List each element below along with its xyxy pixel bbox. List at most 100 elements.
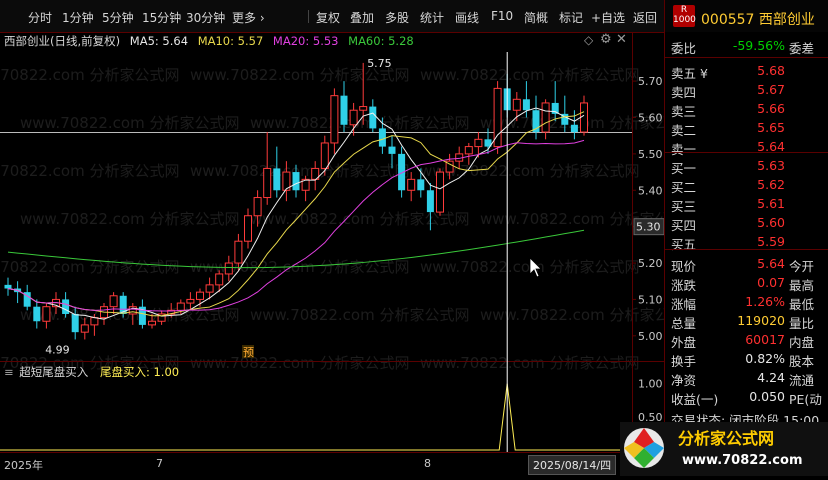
ask-row-5[interactable]: 卖五 ¥ 5.68 bbox=[665, 61, 828, 81]
candle-body bbox=[186, 298, 195, 304]
price-tick-label: 5.40 bbox=[638, 184, 663, 197]
watermark-text: www.70822.com 分析家公式网 bbox=[0, 258, 180, 276]
watermark-text: www.70822.com 分析家公式网 bbox=[250, 210, 470, 228]
candle-body bbox=[33, 306, 41, 322]
weicha-label: 委差 bbox=[789, 41, 815, 56]
stat-row: 换手 0.82% 股本 bbox=[665, 349, 828, 369]
bid-price: 5.60 bbox=[757, 215, 785, 230]
stat-label: 收益(一) bbox=[671, 392, 719, 407]
fuquan-button[interactable]: 复权 bbox=[316, 9, 340, 26]
watermark-text: www.70822.com 分析家公式网 bbox=[0, 162, 180, 180]
candle-body bbox=[359, 106, 368, 111]
period-tab-30min[interactable]: 30分钟 bbox=[186, 9, 225, 26]
stat-value: 5.64 bbox=[757, 256, 785, 271]
x-label-july: 7 bbox=[156, 457, 163, 470]
candle-body bbox=[378, 128, 386, 147]
stat-row: 外盘 60017 内盘 bbox=[665, 330, 828, 350]
bid-row-4[interactable]: 买四 5.60 bbox=[665, 213, 828, 233]
kline-chart[interactable]: www.70822.com 分析家公式网 www.70822.com 分析家公式网… bbox=[0, 32, 700, 452]
indicator-line bbox=[0, 383, 632, 451]
overlay-button[interactable]: 叠加 bbox=[350, 9, 374, 26]
candle-body bbox=[340, 95, 348, 125]
close-icon[interactable]: ✕ bbox=[616, 32, 627, 47]
period-tab-more[interactable]: 更多 › bbox=[232, 9, 265, 26]
bid-price: 5.63 bbox=[757, 158, 785, 173]
brief-button[interactable]: 简概 bbox=[524, 9, 548, 26]
watermark-text: www.70822.com 分析家公式网 bbox=[420, 354, 640, 372]
settings-icon[interactable]: ⚙ bbox=[600, 32, 612, 47]
pre-badge: 预 bbox=[243, 346, 254, 359]
weibi-label: 委比 bbox=[671, 41, 697, 56]
period-tab-1min[interactable]: 1分钟 bbox=[62, 9, 94, 26]
x-label-year: 2025年 bbox=[4, 459, 43, 472]
price-tick-label: 5.00 bbox=[638, 330, 663, 343]
ask-price: 5.65 bbox=[757, 120, 785, 135]
stat-row: 涨跌 0.07 最高 bbox=[665, 273, 828, 293]
statistics-button[interactable]: 统计 bbox=[420, 9, 444, 26]
cursor-date: 2025/08/14/四 bbox=[528, 455, 617, 475]
diamond-icon[interactable]: ◇ bbox=[584, 33, 593, 47]
logo-name: 分析家公式网 bbox=[678, 429, 774, 448]
draw-line-button[interactable]: 画线 bbox=[455, 9, 479, 26]
candle-body bbox=[320, 142, 329, 169]
add-watchlist-button[interactable]: +自选 bbox=[591, 9, 625, 26]
bid-price: 5.59 bbox=[757, 234, 785, 249]
ask-row-4[interactable]: 卖四 5.67 bbox=[665, 80, 828, 100]
weibi-row: 委比 -59.56% 委差 bbox=[665, 36, 828, 56]
candle-body bbox=[369, 106, 377, 129]
candle-body bbox=[42, 306, 51, 322]
f10-button[interactable]: F10 bbox=[491, 9, 513, 23]
bid-price: 5.61 bbox=[757, 196, 785, 211]
price-tick-label: 5.70 bbox=[638, 75, 663, 88]
ma20-legend: MA20: 5.53 bbox=[272, 34, 339, 48]
candle-body bbox=[80, 324, 89, 333]
ask-row-3[interactable]: 卖三 5.66 bbox=[665, 99, 828, 119]
bid-row-2[interactable]: 买二 5.62 bbox=[665, 175, 828, 195]
candle-body bbox=[253, 197, 262, 217]
bid-label: 买五 bbox=[671, 237, 697, 252]
bid-row-1[interactable]: 买一 5.63 bbox=[665, 156, 828, 176]
candle-body bbox=[436, 171, 444, 213]
collapse-icon[interactable]: ≡ bbox=[4, 365, 14, 379]
candle-body bbox=[176, 302, 185, 311]
candle-body bbox=[474, 138, 483, 148]
multi-stock-button[interactable]: 多股 bbox=[385, 9, 409, 26]
candle-body bbox=[349, 109, 358, 126]
watermark-text: www.70822.com 分析家公式网 bbox=[190, 354, 410, 372]
stock-code-name[interactable]: 000557 西部创业 bbox=[701, 9, 815, 29]
candle-body bbox=[205, 284, 214, 293]
site-logo: 分析家公式网 www.70822.com bbox=[620, 418, 828, 476]
bid-row-3[interactable]: 买三 5.61 bbox=[665, 194, 828, 214]
stat-value: 0.07 bbox=[757, 275, 785, 290]
candle-body bbox=[244, 215, 252, 242]
watermark-text: www.70822.com 分析家公式网 bbox=[0, 66, 180, 84]
indicator-value: 尾盘买入: 1.00 bbox=[99, 365, 180, 379]
candles bbox=[4, 62, 588, 340]
candle-body bbox=[292, 172, 300, 191]
ma10-legend: MA10: 5.57 bbox=[197, 34, 264, 48]
candle-body bbox=[4, 284, 12, 289]
watermark-text: www.70822.com 分析家公式网 bbox=[420, 66, 640, 84]
period-tab-fenshi[interactable]: 分时 bbox=[28, 9, 52, 26]
price-tick-label: 5.60 bbox=[638, 111, 663, 124]
chart-legend: 西部创业(日线,前复权) MA5: 5.64 MA10: 5.57 MA20: … bbox=[4, 33, 414, 49]
back-button[interactable]: 返回 bbox=[633, 9, 657, 26]
ma5-legend: MA5: 5.64 bbox=[129, 34, 189, 48]
toolbar: 分时 1分钟 5分钟 15分钟 30分钟 更多 › 复权 叠加 多股 统计 画线… bbox=[0, 0, 664, 33]
period-tab-5min[interactable]: 5分钟 bbox=[102, 9, 134, 26]
candle-body bbox=[417, 179, 425, 191]
ask-row-1[interactable]: 卖一 5.64 bbox=[665, 137, 828, 157]
candle-body bbox=[148, 320, 156, 326]
logo-url: www.70822.com bbox=[682, 453, 803, 468]
candle-body bbox=[464, 146, 473, 155]
watermark-text: www.70822.com 分析家公式网 bbox=[20, 114, 240, 132]
candle-body bbox=[330, 95, 339, 144]
period-tab-15min[interactable]: 15分钟 bbox=[142, 9, 181, 26]
stat-row: 现价 5.64 今开 bbox=[665, 254, 828, 274]
candle-body bbox=[426, 190, 434, 213]
ask-row-2[interactable]: 卖二 5.65 bbox=[665, 118, 828, 138]
price-tick-label: 5.20 bbox=[638, 257, 663, 270]
ma60-legend: MA60: 5.28 bbox=[348, 34, 414, 48]
candle-body bbox=[109, 295, 118, 308]
mark-button[interactable]: 标记 bbox=[559, 9, 583, 26]
